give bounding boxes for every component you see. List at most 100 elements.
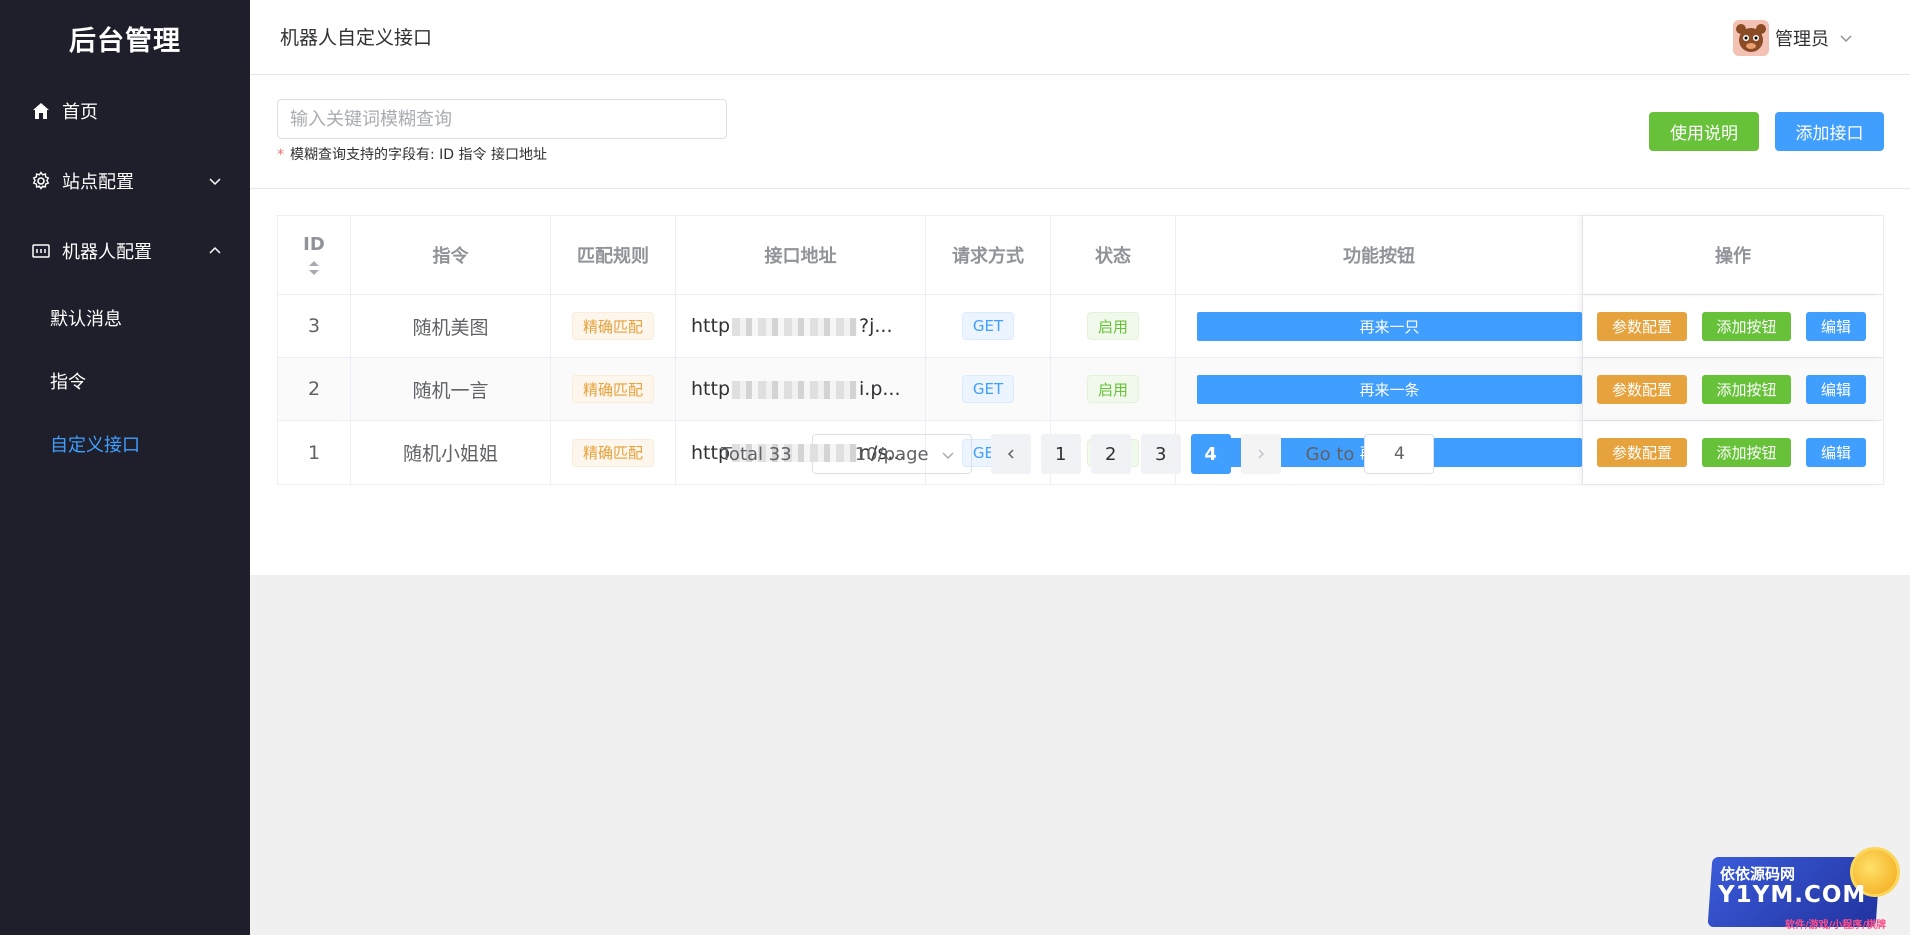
chevron-right-icon	[1258, 449, 1264, 459]
cell-actions: 参数配置 添加按钮 编辑	[1583, 421, 1883, 484]
prev-page-button[interactable]	[990, 434, 1031, 474]
user-menu[interactable]: 管理员	[1733, 18, 1853, 58]
page-button-4[interactable]: 4	[1190, 434, 1231, 474]
brand-title: 后台管理	[69, 25, 181, 57]
column-header-id[interactable]: ID	[278, 216, 351, 294]
required-star: *	[277, 147, 284, 163]
column-header-status: 状态	[1051, 216, 1176, 294]
param-config-button[interactable]: 参数配置	[1597, 374, 1687, 404]
column-header-method: 请求方式	[926, 216, 1051, 294]
page-button-1[interactable]: 1	[1040, 434, 1081, 474]
sidebar-item-label: 首页	[62, 102, 98, 123]
watermark-logo: 依依源码网 Y1YM.COM 软件/游戏/小程序/棋牌	[1690, 845, 1910, 935]
sidebar-item-site-config[interactable]: 站点配置	[0, 146, 250, 216]
cell-id: 2	[278, 358, 351, 420]
cell-command: 随机小姐姐	[351, 421, 551, 484]
top-header: 机器人自定义接口 管理员	[250, 0, 1910, 75]
goto-page-input[interactable]	[1364, 434, 1435, 474]
main-panel: * 模糊查询支持的字段有: ID 指令 接口地址 使用说明 添加接口 ID 指令 …	[250, 75, 1910, 575]
cell-rule: 精确匹配	[551, 358, 676, 420]
table-header-row: ID 指令 匹配规则 接口地址 请求方式 状态 功能按钮 操作	[278, 216, 1883, 295]
table-row: 2 随机一言 精确匹配 http i.p... GET 启用 再来一条 参数配置 …	[278, 358, 1883, 421]
robot-icon	[30, 240, 52, 262]
column-header-func-buttons: 功能按钮	[1176, 216, 1583, 294]
sidebar-item-robot-config[interactable]: 机器人配置	[0, 216, 250, 286]
column-header-rule: 匹配规则	[551, 216, 676, 294]
function-button[interactable]: 再来一只	[1197, 311, 1582, 341]
submenu-item-commands[interactable]: 指令	[0, 349, 250, 412]
rule-tag: 精确匹配	[571, 375, 654, 403]
method-tag: GET	[961, 375, 1015, 403]
url-text: http i.p...	[691, 378, 901, 400]
edit-button[interactable]: 编辑	[1806, 374, 1866, 404]
submenu-item-default-message[interactable]: 默认消息	[0, 286, 250, 349]
sidebar: 后台管理 首页 站点配置 机器人配置 默认消息 指令 自定义接口	[0, 0, 250, 935]
cell-status: 启用	[1051, 295, 1176, 357]
column-header-command: 指令	[351, 216, 551, 294]
param-config-button[interactable]: 参数配置	[1597, 311, 1687, 341]
edit-button[interactable]: 编辑	[1806, 438, 1866, 467]
cell-rule: 精确匹配	[551, 421, 676, 484]
sidebar-item-label: 站点配置	[62, 172, 134, 193]
cell-command: 随机美图	[351, 295, 551, 357]
redacted-blur	[732, 380, 858, 399]
add-button-button[interactable]: 添加按钮	[1702, 438, 1791, 467]
pagination-total: Total 33	[721, 443, 792, 465]
page-button-3[interactable]: 3	[1140, 434, 1181, 474]
rule-tag: 精确匹配	[571, 438, 654, 467]
edit-button[interactable]: 编辑	[1806, 311, 1866, 341]
page-size-value: 10/page	[854, 443, 929, 465]
watermark-line2: Y1YM.COM	[1718, 882, 1867, 908]
watermark-line1: 依依源码网	[1720, 865, 1796, 883]
cell-rule: 精确匹配	[551, 295, 676, 357]
search-hint-text: 模糊查询支持的字段有: ID 指令 接口地址	[290, 147, 547, 163]
search-hint: * 模糊查询支持的字段有: ID 指令 接口地址	[277, 144, 547, 164]
function-button[interactable]: 再来一条	[1197, 374, 1582, 404]
method-tag: GET	[961, 312, 1015, 340]
cell-command: 随机一言	[351, 358, 551, 420]
chevron-down-icon	[209, 178, 221, 186]
url-text: http ?j...	[691, 315, 893, 337]
next-page-button[interactable]	[1240, 434, 1281, 474]
page-title: 机器人自定义接口	[280, 27, 433, 49]
chevron-down-icon	[942, 452, 954, 460]
cell-status: 启用	[1051, 358, 1176, 420]
page-size-select[interactable]: 10/page	[811, 434, 972, 474]
cell-method: GET	[926, 295, 1051, 357]
column-header-url: 接口地址	[676, 216, 926, 294]
cell-func-buttons: 再来一条	[1176, 358, 1583, 420]
rule-tag: 精确匹配	[571, 312, 654, 340]
cell-method: GET	[926, 358, 1051, 420]
cell-func-buttons: 再来一只	[1176, 295, 1583, 357]
submenu-item-custom-api[interactable]: 自定义接口	[0, 412, 250, 475]
cell-url: http ?j...	[676, 295, 926, 357]
pagination: Total 33 10/page 1 2 3 4 Go to	[721, 434, 1435, 474]
home-icon	[30, 100, 52, 122]
filter-bar: * 模糊查询支持的字段有: ID 指令 接口地址 使用说明 添加接口	[250, 75, 1910, 189]
add-button-button[interactable]: 添加按钮	[1702, 311, 1791, 341]
watermark-line3: 软件/游戏/小程序/棋牌	[1785, 920, 1886, 931]
page-button-2[interactable]: 2	[1090, 434, 1131, 474]
sidebar-item-home[interactable]: 首页	[0, 76, 250, 146]
gear-icon	[30, 170, 52, 192]
avatar	[1733, 20, 1769, 56]
param-config-button[interactable]: 参数配置	[1597, 438, 1687, 467]
search-input[interactable]	[277, 99, 727, 139]
cell-actions: 参数配置 添加按钮 编辑	[1583, 295, 1883, 357]
cell-actions: 参数配置 添加按钮 编辑	[1583, 358, 1883, 420]
add-button-button[interactable]: 添加按钮	[1702, 374, 1791, 404]
cell-id: 1	[278, 421, 351, 484]
add-api-button[interactable]: 添加接口	[1775, 112, 1884, 151]
help-button[interactable]: 使用说明	[1649, 112, 1759, 151]
column-header-label: ID	[303, 233, 325, 255]
redacted-blur	[732, 317, 858, 336]
chevron-up-icon	[209, 246, 221, 254]
sort-icon[interactable]	[308, 259, 320, 277]
chevron-down-icon	[1840, 35, 1852, 43]
table-row: 3 随机美图 精确匹配 http ?j... GET 启用 再来一只 参数配置 添…	[278, 295, 1883, 358]
chevron-left-icon	[1007, 449, 1014, 459]
goto-label: Go to	[1305, 443, 1355, 465]
status-badge: 启用	[1086, 375, 1139, 403]
column-header-actions: 操作	[1583, 216, 1883, 294]
sidebar-item-label: 机器人配置	[62, 242, 152, 263]
